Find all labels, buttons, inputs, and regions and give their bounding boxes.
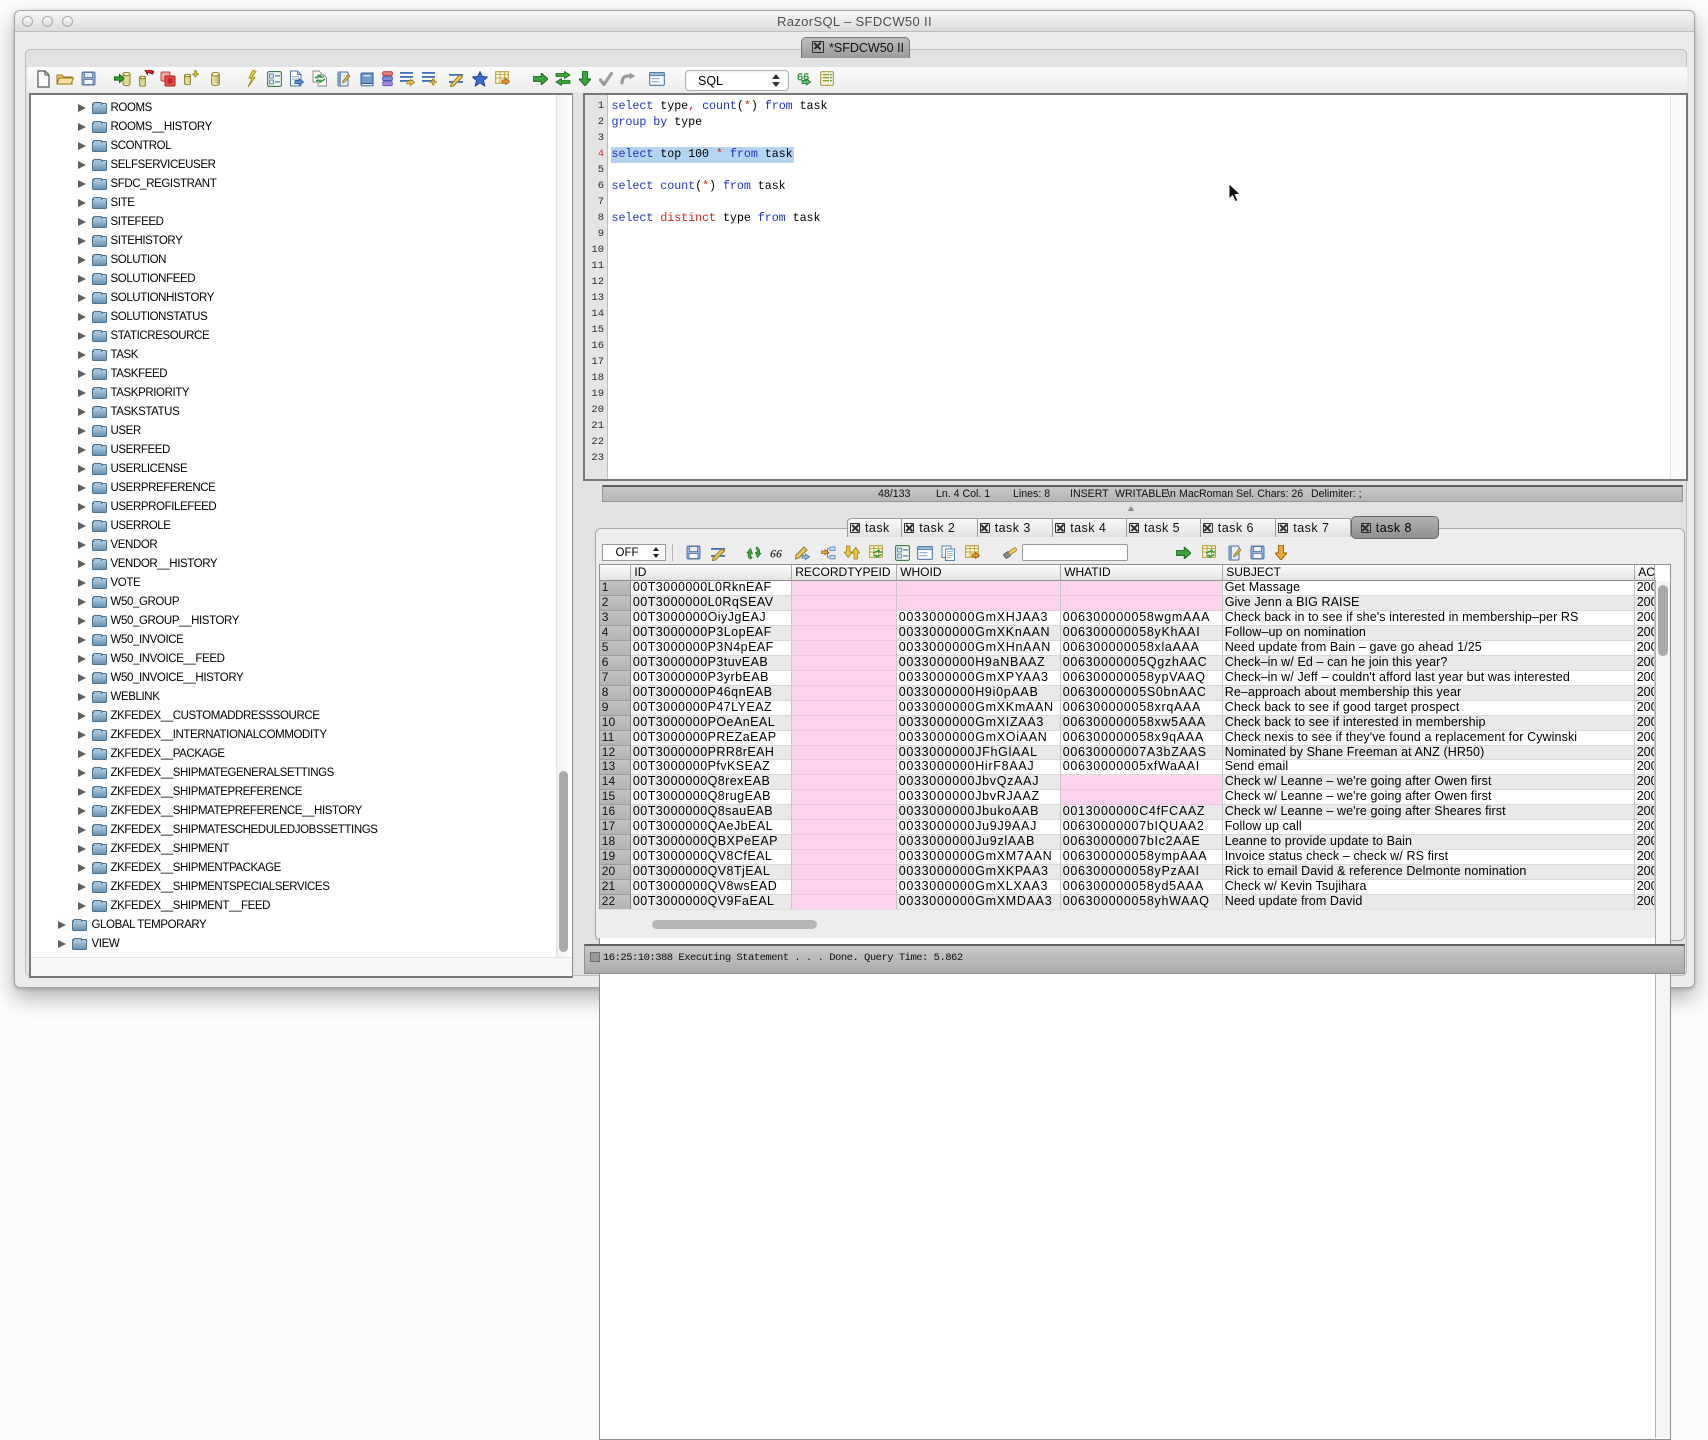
svg-text:66: 66: [770, 548, 782, 559]
